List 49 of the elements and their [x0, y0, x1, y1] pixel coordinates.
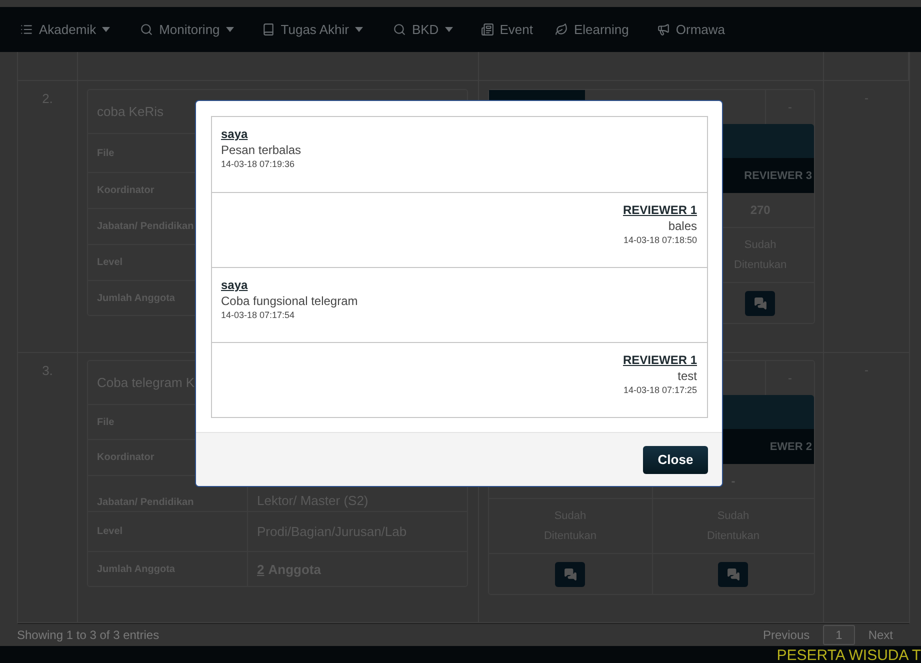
search-icon	[392, 23, 406, 36]
sender-link[interactable]: REVIEWER 1	[622, 353, 697, 367]
chat-icon	[726, 568, 740, 580]
list-icon	[20, 23, 33, 36]
chat-button[interactable]	[745, 290, 776, 316]
message-time: 14-03-18 07:18:50	[623, 235, 697, 245]
reviewer-header: EWER 2	[770, 440, 812, 452]
nav-item[interactable]: Akademik	[20, 22, 110, 37]
message-text: test	[678, 369, 697, 383]
chat-button[interactable]	[718, 562, 748, 586]
dash-text: -	[788, 100, 792, 114]
caret-icon	[226, 27, 234, 32]
dash-text: -	[864, 363, 870, 377]
sender-link[interactable]: REVIEWER 1	[622, 203, 697, 217]
sender-link[interactable]: saya	[221, 127, 248, 141]
dash-text: -	[788, 371, 792, 385]
nav-item[interactable]: Tugas Akhir	[262, 22, 363, 37]
nav-item[interactable]: BKD	[392, 22, 453, 37]
message-time: 14-03-18 07:17:25	[623, 385, 697, 395]
page-link[interactable]: Previous	[750, 625, 823, 645]
chat-icon	[564, 568, 577, 580]
chat-button[interactable]	[555, 562, 586, 586]
leaf-icon	[554, 23, 568, 36]
message-time: 14-03-18 07:17:54	[221, 310, 295, 320]
nav-item[interactable]: Ormawa	[656, 22, 725, 37]
message-text: Coba fungsional telegram	[221, 294, 358, 308]
book-icon	[262, 23, 275, 36]
message-time: 14-03-18 07:19:36	[221, 159, 295, 169]
sender-link[interactable]: saya	[221, 278, 248, 292]
caret-icon	[354, 27, 363, 32]
search-icon	[140, 23, 154, 36]
caret-icon	[444, 27, 453, 32]
caret-icon	[102, 27, 110, 32]
nav-item[interactable]: Monitoring	[140, 22, 234, 37]
reviewer-header: REVIEWER 3	[744, 170, 812, 182]
close-button[interactable]: Close	[643, 446, 708, 474]
megaphone-icon	[656, 23, 670, 36]
entries-info: Showing 1 to 3 of 3 entries	[17, 628, 160, 642]
newspaper-icon	[480, 23, 494, 36]
dash-text: -	[864, 91, 870, 105]
message-text: Pesan terbalas	[221, 143, 302, 157]
nav-item[interactable]: Elearning	[554, 22, 629, 37]
message-text: bales	[668, 219, 697, 233]
ticker-text: PESERTA WISUDA T	[776, 646, 921, 663]
reviewer-score: -	[731, 474, 736, 488]
page-link[interactable]: Next	[855, 625, 906, 645]
page-link[interactable]: 1	[822, 625, 856, 645]
nav-item[interactable]: Event	[480, 22, 533, 37]
chat-icon	[754, 296, 767, 310]
